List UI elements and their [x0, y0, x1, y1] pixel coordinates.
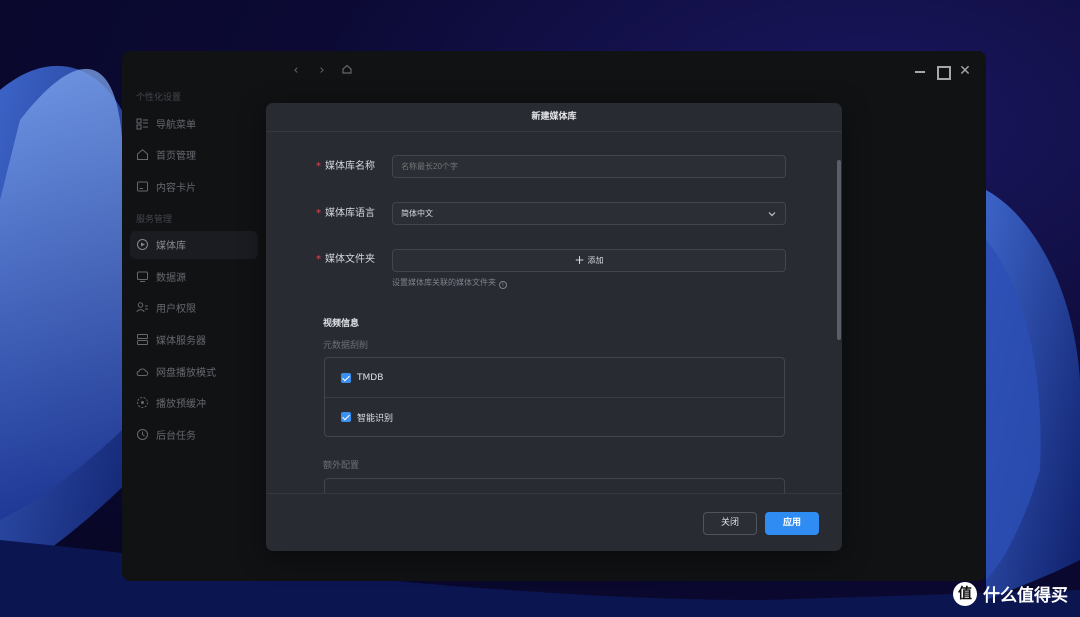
video-info-heading: 视频信息	[323, 319, 360, 329]
smzdm-watermark: 值 什么值得买	[953, 581, 1068, 606]
folder-hint: 设置媒体库关联的媒体文件夹 i	[392, 277, 507, 289]
dialog-scrollbar[interactable]	[837, 160, 841, 340]
chevron-down-icon	[768, 212, 776, 217]
dialog-body: *媒体库名称 *媒体库语言 简体中文 *媒体文件夹 +添加 设置媒体库关联的媒体…	[266, 132, 842, 493]
extra-config-label: 额外配置	[323, 461, 360, 471]
new-media-library-dialog: 新建媒体库 *媒体库名称 *媒体库语言 简体中文 *媒体文件夹 +添加 设置媒体…	[266, 103, 842, 551]
tmdb-checkbox[interactable]	[341, 372, 351, 383]
add-folder-button[interactable]: + 添加	[392, 249, 786, 272]
dialog-footer: 关闭 应用	[266, 493, 842, 551]
folder-field-label: * 媒体文件夹	[316, 254, 375, 265]
language-field-label: * 媒体库语言	[316, 208, 375, 219]
required-mark: *	[316, 208, 321, 219]
smart-recognition-checkbox[interactable]	[341, 412, 351, 422]
language-selected-value: 简体中文	[401, 209, 433, 218]
dialog-title: 新建媒体库	[266, 103, 842, 132]
library-name-input[interactable]	[392, 155, 786, 178]
info-icon[interactable]: i	[499, 281, 507, 289]
close-button[interactable]: 关闭	[703, 512, 757, 535]
watermark-text: 什么值得买	[983, 586, 1068, 606]
extra-config-panel	[324, 478, 785, 493]
plus-icon: +	[574, 253, 585, 267]
smzdm-logo: 值	[953, 581, 977, 606]
name-field-label: * 媒体库名称	[316, 161, 375, 172]
smart-recognition-option[interactable]: 智能识别	[325, 397, 784, 436]
required-mark: *	[316, 254, 321, 265]
required-mark: *	[316, 161, 321, 172]
metadata-scrape-label: 元数据刮削	[323, 341, 369, 351]
tmdb-option[interactable]: TMDB	[325, 358, 784, 397]
metadata-options-panel: TMDB 智能识别	[324, 357, 785, 437]
language-select[interactable]: 简体中文	[392, 202, 786, 225]
apply-button[interactable]: 应用	[765, 512, 819, 535]
